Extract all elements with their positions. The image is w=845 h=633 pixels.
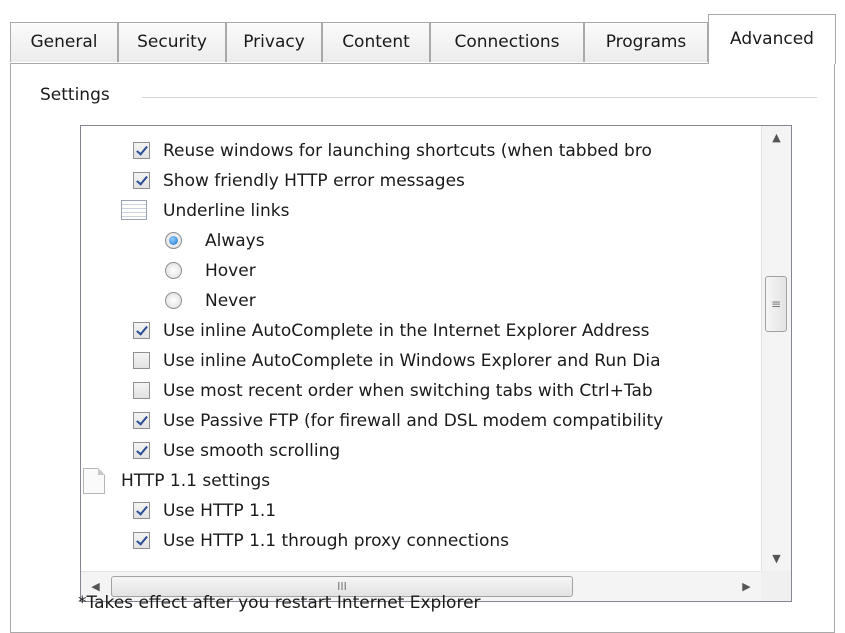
setting-label: Use most recent order when switching tab…: [163, 381, 653, 401]
checkbox[interactable]: [133, 382, 150, 399]
setting-checkbox-row[interactable]: Use inline AutoComplete in Windows Explo…: [81, 346, 761, 376]
setting-label: Use HTTP 1.1 through proxy connections: [163, 531, 510, 551]
checkbox[interactable]: [133, 442, 150, 459]
setting-checkbox-row[interactable]: Use Passive FTP (for firewall and DSL mo…: [81, 406, 761, 436]
setting-label: Use HTTP 1.1: [163, 501, 277, 521]
radio-button[interactable]: [165, 232, 182, 249]
scrollbar-corner: [761, 571, 791, 601]
setting-label: Hover: [205, 261, 256, 281]
checkbox[interactable]: [133, 412, 150, 429]
tab-general[interactable]: General: [10, 22, 118, 62]
scroll-up-icon[interactable]: ▲: [762, 126, 791, 150]
checkbox[interactable]: [133, 502, 150, 519]
setting-radio-row[interactable]: Always: [81, 226, 761, 256]
radio-button[interactable]: [165, 292, 182, 309]
setting-label: HTTP 1.1 settings: [121, 471, 271, 491]
setting-checkbox-row[interactable]: Use HTTP 1.1: [81, 496, 761, 526]
vertical-scrollbar[interactable]: ▲ ≡ ▼: [761, 126, 791, 571]
tab-security[interactable]: Security: [118, 22, 226, 62]
scroll-right-icon[interactable]: ▶: [732, 575, 761, 599]
document-icon: [83, 468, 105, 494]
settings-category-row: HTTP 1.1 settings: [81, 466, 761, 496]
setting-label: Never: [205, 291, 256, 311]
setting-label: Always: [205, 231, 265, 251]
setting-checkbox-row[interactable]: Show friendly HTTP error messages: [81, 166, 761, 196]
restart-footnote: *Takes effect after you restart Internet…: [78, 593, 481, 613]
setting-radio-row[interactable]: Hover: [81, 256, 761, 286]
setting-checkbox-row[interactable]: Use HTTP 1.1 through proxy connections: [81, 526, 761, 556]
checkbox[interactable]: [133, 322, 150, 339]
setting-label: Use Passive FTP (for firewall and DSL mo…: [163, 411, 664, 431]
setting-label: Show friendly HTTP error messages: [163, 171, 465, 191]
setting-checkbox-row[interactable]: Use most recent order when switching tab…: [81, 376, 761, 406]
setting-label: Use inline AutoComplete in Windows Explo…: [163, 351, 661, 371]
setting-label: Use inline AutoComplete in the Internet …: [163, 321, 650, 341]
setting-label: Reuse windows for launching shortcuts (w…: [163, 141, 652, 161]
setting-checkbox-row[interactable]: Use smooth scrolling: [81, 436, 761, 466]
setting-label: Underline links: [163, 201, 290, 221]
setting-checkbox-row[interactable]: Use inline AutoComplete in the Internet …: [81, 316, 761, 346]
tab-privacy[interactable]: Privacy: [226, 22, 322, 62]
setting-label: Use smooth scrolling: [163, 441, 341, 461]
tab-advanced[interactable]: Advanced: [708, 14, 836, 64]
tab-connections[interactable]: Connections: [430, 22, 584, 62]
settings-group-divider: [142, 97, 817, 98]
checkbox[interactable]: [133, 142, 150, 159]
settings-category-row: Underline links: [81, 196, 761, 226]
checkbox[interactable]: [133, 352, 150, 369]
scroll-down-icon[interactable]: ▼: [762, 547, 791, 571]
setting-radio-row[interactable]: Never: [81, 286, 761, 316]
radio-button[interactable]: [165, 262, 182, 279]
settings-list[interactable]: Reuse windows for launching shortcuts (w…: [80, 125, 792, 602]
setting-checkbox-row[interactable]: Reuse windows for launching shortcuts (w…: [81, 136, 761, 166]
checkbox[interactable]: [133, 172, 150, 189]
tab-programs[interactable]: Programs: [584, 22, 708, 62]
tab-strip: General Security Privacy Content Connect…: [0, 0, 845, 64]
settings-group-label: Settings: [40, 85, 118, 105]
group-icon: [121, 200, 147, 220]
tab-content[interactable]: Content: [322, 22, 430, 62]
vertical-scroll-thumb[interactable]: ≡: [765, 276, 787, 332]
checkbox[interactable]: [133, 532, 150, 549]
